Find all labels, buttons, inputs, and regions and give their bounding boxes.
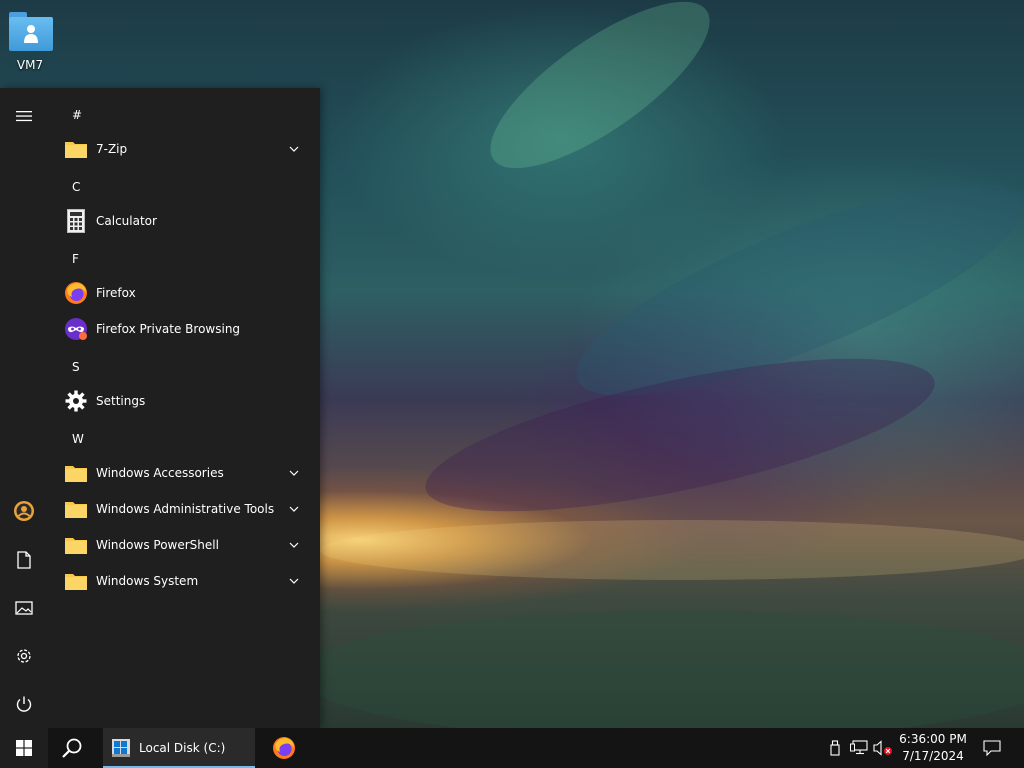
firefox-private-icon [64,317,88,341]
chevron-down-icon [286,141,302,157]
search-button[interactable] [48,728,96,768]
start-menu: # 7-Zip C Calculator F Firefox Firefox P… [0,88,320,728]
app-item-label: Windows Accessories [96,466,224,480]
documents-icon [17,551,31,569]
taskbar-file-explorer[interactable]: Local Disk (C:) [103,728,255,768]
wallpaper-wave [414,327,946,543]
app-item-label: Windows Administrative Tools [96,502,275,516]
user-account-button[interactable] [0,487,48,535]
desktop-icon-label: VM7 [16,58,44,72]
app-item-label: Firefox Private Browsing [96,322,241,336]
app-item-label: Calculator [96,214,157,228]
power-button[interactable] [0,680,48,728]
app-item-firefox[interactable]: Firefox [56,275,314,311]
drive-icon [112,739,130,757]
volume-muted-icon [873,740,892,756]
chevron-down-icon [286,537,302,553]
taskbar-clock[interactable]: 6:36:00 PM 7/17/2024 [896,728,970,768]
firefox-icon [273,737,295,759]
wallpaper-horizon [320,520,1024,580]
power-icon [16,696,32,712]
hamburger-icon [16,111,32,122]
desktop-icon-vm7[interactable]: VM7 [2,8,58,78]
taskbar: Local Disk (C:) 6:36:00 PM 7/17/2024 [0,728,1024,768]
chevron-down-icon [286,573,302,589]
group-header-w[interactable]: W [72,429,102,449]
chevron-down-icon [286,501,302,517]
usb-drive-icon [830,740,840,756]
app-item-windows-accessories[interactable]: Windows Accessories [56,455,314,491]
app-item-label: Firefox [96,286,136,300]
folder-icon [64,137,88,161]
wallpaper-ground [300,610,1024,740]
network-tray-button[interactable] [848,728,870,768]
firefox-icon [64,281,88,305]
folder-icon [64,497,88,521]
app-item-firefox-private[interactable]: Firefox Private Browsing [56,311,314,347]
network-icon [850,740,868,755]
pictures-button[interactable] [0,584,48,632]
taskbar-file-explorer-label: Local Disk (C:) [139,741,226,755]
app-item-label: Settings [96,394,146,408]
pictures-icon [15,601,33,615]
taskbar-firefox[interactable] [260,728,308,768]
clock-date: 7/17/2024 [902,749,964,763]
expand-menu-button[interactable] [0,92,48,140]
user-folder-icon [7,12,53,52]
group-header-c[interactable]: C [72,177,102,197]
folder-icon [64,533,88,557]
app-item-calculator[interactable]: Calculator [56,203,314,239]
search-icon [62,738,82,758]
usb-tray-button[interactable] [826,728,844,768]
app-item-7zip[interactable]: 7-Zip [56,131,314,167]
volume-tray-button[interactable] [872,728,894,768]
settings-icon [17,649,31,663]
app-item-label: Windows PowerShell [96,538,219,552]
group-header-s[interactable]: S [72,357,102,377]
app-list: # 7-Zip C Calculator F Firefox Firefox P… [48,88,320,728]
start-button[interactable] [0,728,48,768]
group-header-f[interactable]: F [72,249,102,269]
app-item-windows-powershell[interactable]: Windows PowerShell [56,527,314,563]
folder-icon [64,461,88,485]
start-menu-rail [0,88,48,728]
gear-icon [64,389,88,413]
settings-rail-button[interactable] [0,632,48,680]
action-center-button[interactable] [976,728,1008,768]
app-item-settings[interactable]: Settings [56,383,314,419]
wallpaper-wave [554,144,1024,436]
group-header-hash[interactable]: # [72,105,102,125]
documents-button[interactable] [0,536,48,584]
wallpaper-aurora [467,0,733,197]
app-item-windows-administrative-tools[interactable]: Windows Administrative Tools [56,491,314,527]
user-account-icon [14,501,34,521]
notification-icon [983,740,1001,756]
app-item-label: Windows System [96,574,199,588]
clock-time: 6:36:00 PM [899,732,967,746]
windows-logo-icon [16,740,32,756]
chevron-down-icon [286,465,302,481]
folder-icon [64,569,88,593]
calculator-icon [64,209,88,233]
app-item-label: 7-Zip [96,142,128,156]
app-item-windows-system[interactable]: Windows System [56,563,314,599]
